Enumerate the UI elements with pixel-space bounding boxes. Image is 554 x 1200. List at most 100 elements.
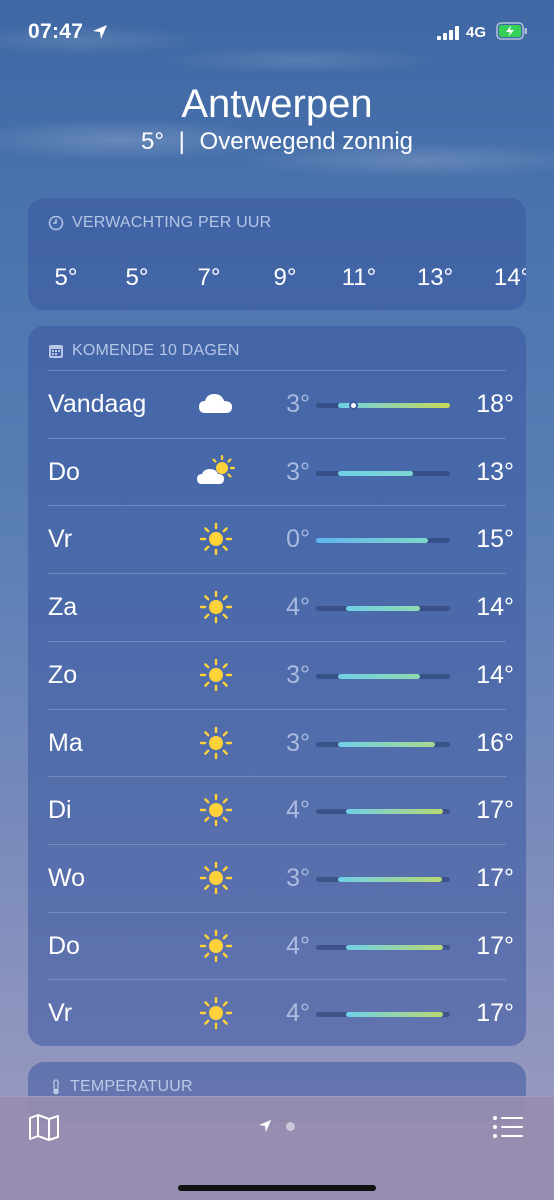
location-arrow-icon[interactable] xyxy=(258,1119,272,1133)
high-temp: 17° xyxy=(476,999,514,1028)
temperature-header: TEMPERATUUR xyxy=(50,1078,193,1096)
day-name: Zo xyxy=(48,660,78,689)
low-temp: 3° xyxy=(286,863,310,892)
forecast-day-row[interactable]: Zo 3° 14° xyxy=(28,641,526,708)
current-temperature: 5° xyxy=(141,128,164,155)
forecast-day-row[interactable]: Za 4° 14° xyxy=(28,573,526,640)
forecast-day-row[interactable]: Ma 3° 16° xyxy=(28,709,526,776)
low-temp: 3° xyxy=(286,390,310,418)
low-temp: 3° xyxy=(286,660,310,689)
hourly-forecast-title: VERWACHTING PER UUR xyxy=(72,214,272,231)
signal-icon xyxy=(437,26,459,40)
forecast-day-row[interactable]: Vandaag 3° 18° xyxy=(28,370,526,437)
hourly-forecast-card[interactable]: VERWACHTING PER UUR 5° 5° 7° 9° 11° 13° … xyxy=(28,198,526,310)
temp-range-track xyxy=(316,944,450,950)
clock-icon xyxy=(48,215,64,231)
thermometer-icon xyxy=(53,1079,59,1095)
forecast-day-row[interactable]: Do 4° 17° xyxy=(28,912,526,979)
hour-temp: 7° xyxy=(197,264,221,291)
temp-range-track xyxy=(316,876,450,882)
page-dot[interactable] xyxy=(286,1121,295,1131)
temp-range-bar xyxy=(338,876,443,882)
calendar-icon xyxy=(49,345,63,358)
low-temp: 4° xyxy=(286,999,310,1028)
temp-range-bar xyxy=(338,673,421,679)
ten-day-forecast-card[interactable]: KOMENDE 10 DAGEN Vandaag 3° 18° Do 3° 13° Vr 0°… xyxy=(28,326,526,1046)
sun-icon xyxy=(196,926,236,971)
high-temp: 18° xyxy=(476,390,514,418)
forecast-day-row[interactable]: Do 3° 13° xyxy=(28,438,526,505)
sun-icon xyxy=(196,655,236,700)
day-name: Za xyxy=(48,593,78,622)
temp-range-bar xyxy=(345,1012,443,1018)
sun-icon xyxy=(196,723,236,768)
temp-range-bar xyxy=(345,809,443,815)
temp-range-bar xyxy=(345,606,421,612)
day-name: Vr xyxy=(48,525,73,554)
temp-range-track xyxy=(316,538,450,544)
temp-range-bar xyxy=(338,741,436,747)
city-name: Antwerpen xyxy=(181,82,373,126)
high-temp: 17° xyxy=(476,796,514,825)
low-temp: 3° xyxy=(286,457,310,486)
status-bar: 07:47 4G xyxy=(0,0,554,64)
current-temp-marker xyxy=(348,401,358,410)
hour-temp: 9° xyxy=(273,264,297,291)
day-name: Di xyxy=(48,796,72,825)
forecast-day-row[interactable]: Vr 0° 15° xyxy=(28,505,526,572)
temp-range-track xyxy=(316,606,450,612)
temp-range-bar xyxy=(316,538,428,544)
temp-range-track xyxy=(316,673,450,679)
low-temp: 3° xyxy=(286,728,310,757)
low-temp: 0° xyxy=(286,525,310,554)
temp-range-track xyxy=(316,401,450,410)
battery-charging-icon xyxy=(496,22,527,40)
current-condition: Overwegend zonnig xyxy=(199,128,413,155)
location-arrow-icon xyxy=(93,25,107,39)
list-icon[interactable] xyxy=(492,1115,524,1139)
high-temp: 14° xyxy=(476,660,514,689)
temp-range-track xyxy=(316,809,450,815)
hour-temp: 14° xyxy=(493,264,526,291)
day-name: Do xyxy=(48,457,80,486)
forecast-day-row[interactable]: Wo 3° 17° xyxy=(28,844,526,911)
hour-temp: 5° xyxy=(125,264,149,291)
sun-icon xyxy=(196,993,236,1038)
map-icon[interactable] xyxy=(28,1113,60,1141)
ten-day-forecast-header: KOMENDE 10 DAGEN xyxy=(48,342,240,360)
ten-day-forecast-title: KOMENDE 10 DAGEN xyxy=(72,342,240,359)
day-name: Do xyxy=(48,931,80,960)
cloud-icon xyxy=(196,384,236,429)
page-indicator[interactable] xyxy=(258,1119,295,1133)
network-type: 4G xyxy=(466,24,487,41)
low-temp: 4° xyxy=(286,593,310,622)
status-time: 07:47 xyxy=(28,20,84,43)
temp-range-bar xyxy=(338,470,413,476)
temperature-title: TEMPERATUUR xyxy=(70,1078,193,1095)
forecast-day-row[interactable]: Di 4° 17° xyxy=(28,776,526,843)
sun-icon xyxy=(196,790,236,835)
hour-temp: 11° xyxy=(341,264,377,291)
high-temp: 17° xyxy=(476,863,514,892)
home-indicator xyxy=(178,1185,376,1191)
forecast-day-row[interactable]: Vr 4° 17° xyxy=(28,979,526,1046)
partly-sunny-icon xyxy=(194,452,238,497)
bottom-toolbar xyxy=(0,1096,554,1200)
low-temp: 4° xyxy=(286,796,310,825)
hour-temp: 13° xyxy=(416,264,454,291)
high-temp: 14° xyxy=(476,593,514,622)
sun-icon xyxy=(196,519,236,564)
high-temp: 17° xyxy=(476,931,514,960)
high-temp: 15° xyxy=(476,525,514,554)
day-name: Ma xyxy=(48,728,83,757)
temp-range-bar xyxy=(345,944,443,950)
summary-separator: | xyxy=(178,128,185,155)
sun-icon xyxy=(196,858,236,903)
sun-icon xyxy=(196,587,236,632)
low-temp: 4° xyxy=(286,931,310,960)
temp-range-track xyxy=(316,741,450,747)
temp-range-track xyxy=(316,1012,450,1018)
hourly-forecast-header: VERWACHTING PER UUR xyxy=(48,214,271,232)
day-name: Vr xyxy=(48,999,73,1028)
day-name: Wo xyxy=(48,863,86,892)
